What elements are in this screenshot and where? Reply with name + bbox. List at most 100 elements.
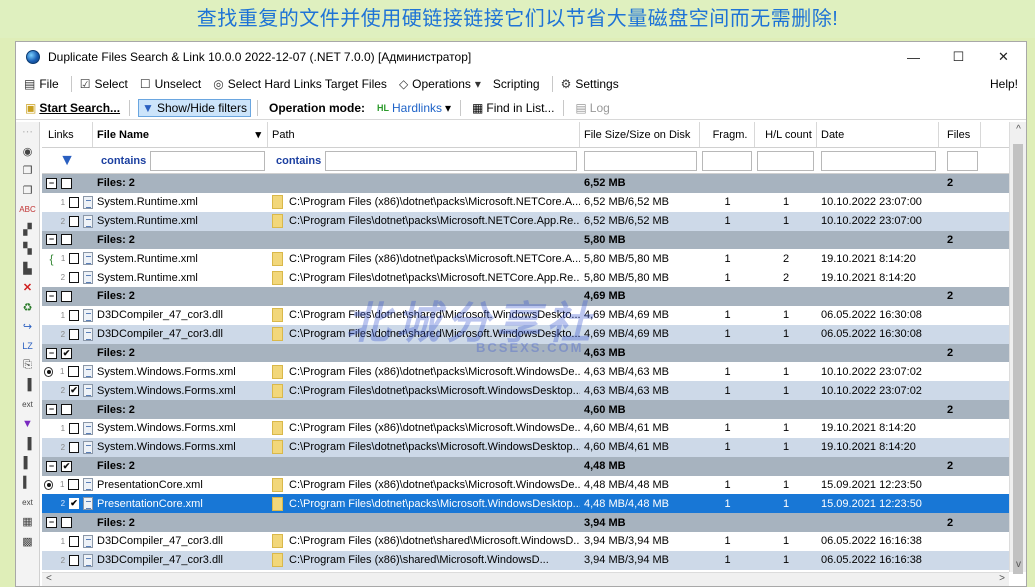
- menu-select-hardlinks[interactable]: ◎ Select Hard Links Target Files: [213, 77, 387, 91]
- file-checkbox[interactable]: [69, 328, 80, 340]
- filter-hl-input[interactable]: [757, 150, 814, 171]
- col-hl-count[interactable]: H/L count: [755, 122, 817, 147]
- file-row[interactable]: 1 System.Runtime.xml C:\Program Files (x…: [42, 192, 1009, 212]
- scroll-up-arrow[interactable]: ^: [1010, 124, 1026, 135]
- group-header-row[interactable]: − Files: 2 3,94 MB 2: [42, 513, 1009, 533]
- collapse-toggle[interactable]: −: [46, 517, 57, 529]
- start-search-button[interactable]: ▣ Start Search...: [22, 100, 123, 116]
- show-hide-filters-button[interactable]: ▼ Show/Hide filters: [138, 98, 251, 117]
- file-row[interactable]: { 1 System.Runtime.xml C:\Program Files …: [42, 249, 1009, 269]
- group-header-row[interactable]: − Files: 2 4,60 MB 2: [42, 400, 1009, 419]
- file-checkbox[interactable]: ✔: [69, 385, 80, 397]
- file-checkbox[interactable]: [69, 535, 80, 547]
- file-checkbox[interactable]: [69, 215, 80, 227]
- scroll-right-arrow[interactable]: >: [999, 573, 1005, 584]
- collapse-toggle[interactable]: −: [46, 234, 57, 246]
- filter-date-input[interactable]: [821, 150, 936, 171]
- menu-help[interactable]: Help!: [990, 77, 1018, 91]
- menu-operations[interactable]: ◇ Operations ▾: [399, 77, 481, 91]
- file-checkbox[interactable]: [69, 272, 80, 284]
- log-button[interactable]: ▤ Log: [572, 100, 612, 116]
- file-row[interactable]: 2 System.Runtime.xml C:\Program Files\do…: [42, 268, 1009, 288]
- menu-file[interactable]: ▤ File: [24, 77, 59, 91]
- recycle-icon[interactable]: ♻: [16, 298, 39, 318]
- columns-icon[interactable]: ▍: [16, 473, 39, 493]
- file-row[interactable]: 1 D3DCompiler_47_cor3.dll C:\Program Fil…: [42, 305, 1009, 325]
- file-checkbox[interactable]: [69, 253, 80, 265]
- scroll-left-arrow[interactable]: <: [46, 573, 52, 584]
- radio-icon[interactable]: [44, 479, 54, 490]
- column-alt-icon[interactable]: ▐: [16, 434, 39, 454]
- ext-alt-icon[interactable]: ext: [16, 493, 39, 513]
- group-header-row[interactable]: − ✔ Files: 2 4,63 MB 2: [42, 343, 1009, 363]
- col-fragm[interactable]: Fragm.: [700, 122, 755, 147]
- file-row[interactable]: 1 D3DCompiler_47_cor3.dll C:\Program Fil…: [42, 532, 1009, 551]
- col-file-name[interactable]: File Name ▾: [93, 122, 268, 147]
- collapse-toggle[interactable]: −: [46, 404, 57, 416]
- eye-icon[interactable]: ◉: [16, 142, 39, 162]
- file-row[interactable]: 1 System.Windows.Forms.xml C:\Program Fi…: [42, 418, 1009, 438]
- group-checkbox[interactable]: [61, 290, 72, 302]
- column-right-icon[interactable]: ▌: [16, 454, 39, 474]
- file-checkbox[interactable]: [69, 554, 80, 566]
- split-icon[interactable]: ▩: [16, 532, 39, 552]
- radio-icon[interactable]: [44, 366, 54, 377]
- group-checkbox[interactable]: [61, 177, 72, 189]
- file-checkbox[interactable]: [68, 479, 79, 491]
- close-button[interactable]: ✕: [981, 42, 1026, 72]
- file-checkbox[interactable]: [69, 441, 80, 453]
- col-date[interactable]: Date: [817, 122, 939, 147]
- vertical-scrollbar[interactable]: ^ v: [1009, 122, 1026, 574]
- menu-unselect[interactable]: ☐ Unselect: [140, 77, 201, 91]
- col-links[interactable]: Links: [42, 122, 93, 147]
- file-row[interactable]: 2 ✔ System.Windows.Forms.xml C:\Program …: [42, 381, 1009, 401]
- file-row[interactable]: 1 System.Windows.Forms.xml C:\Program Fi…: [42, 362, 1009, 382]
- collapse-toggle[interactable]: −: [46, 177, 57, 189]
- file-checkbox[interactable]: [69, 196, 80, 208]
- delete-icon[interactable]: ✕: [16, 278, 39, 298]
- file-row[interactable]: 2 System.Runtime.xml C:\Program Files\do…: [42, 211, 1009, 231]
- group-header-row[interactable]: − Files: 2 4,69 MB 2: [42, 287, 1009, 306]
- tree-icon[interactable]: ▙: [16, 259, 39, 279]
- collapse-toggle[interactable]: −: [46, 460, 57, 472]
- file-checkbox[interactable]: [68, 366, 79, 378]
- menu-select[interactable]: ☑ Select: [80, 77, 128, 91]
- abc-icon[interactable]: ABC: [16, 200, 39, 220]
- vertical-scroll-thumb[interactable]: [1013, 144, 1023, 574]
- filter-ext-icon[interactable]: ▼: [16, 415, 39, 435]
- filter-fragm-input[interactable]: [702, 150, 752, 171]
- menu-scripting[interactable]: Scripting: [493, 77, 540, 91]
- menu-settings[interactable]: ⚙ Settings: [561, 77, 619, 91]
- group-icon[interactable]: ▞: [16, 220, 39, 240]
- column-icon[interactable]: ▐: [16, 376, 39, 396]
- move-icon[interactable]: ↪: [16, 317, 39, 337]
- compress-icon[interactable]: LZ: [16, 337, 39, 357]
- collapse-toggle[interactable]: −: [46, 347, 57, 359]
- file-row[interactable]: 1 PresentationCore.xml C:\Program Files …: [42, 475, 1009, 495]
- file-checkbox[interactable]: [69, 309, 80, 321]
- file-row[interactable]: 2 System.Windows.Forms.xml C:\Program Fi…: [42, 437, 1009, 457]
- filter-size-input[interactable]: [584, 150, 697, 171]
- minimize-button[interactable]: —: [891, 42, 936, 72]
- group-header-row[interactable]: − ✔ Files: 2 4,48 MB 2: [42, 456, 1009, 476]
- file-checkbox[interactable]: ✔: [69, 498, 80, 510]
- group-header-row[interactable]: − Files: 2 6,52 MB 2: [42, 174, 1009, 193]
- group-checkbox[interactable]: [61, 404, 72, 416]
- file-row[interactable]: 2 D3DCompiler_47_cor3.dll C:\Program Fil…: [42, 324, 1009, 344]
- collapse-toggle[interactable]: −: [46, 290, 57, 302]
- file-row[interactable]: 2 ✔ PresentationCore.xml C:\Program File…: [42, 494, 1009, 514]
- file-row[interactable]: 2 D3DCompiler_47_cor3.dll C:\Program Fil…: [42, 550, 1009, 570]
- clone-icon[interactable]: ⎘: [16, 356, 39, 376]
- filter-path-input[interactable]: [325, 150, 577, 171]
- group-checkbox[interactable]: [61, 234, 72, 246]
- group-checkbox[interactable]: ✔: [61, 460, 72, 472]
- scroll-down-arrow[interactable]: v: [1010, 559, 1026, 570]
- horizontal-scrollbar[interactable]: < >: [42, 572, 1009, 586]
- grid-icon[interactable]: ▦: [16, 512, 39, 532]
- group-checkbox[interactable]: [61, 517, 72, 529]
- col-path[interactable]: Path: [268, 122, 580, 147]
- maximize-button[interactable]: ☐: [936, 42, 981, 72]
- copy-alt-icon[interactable]: ❐: [16, 181, 39, 201]
- find-in-list-button[interactable]: ▦ Find in List...: [469, 100, 557, 116]
- group-checkbox[interactable]: ✔: [61, 347, 72, 359]
